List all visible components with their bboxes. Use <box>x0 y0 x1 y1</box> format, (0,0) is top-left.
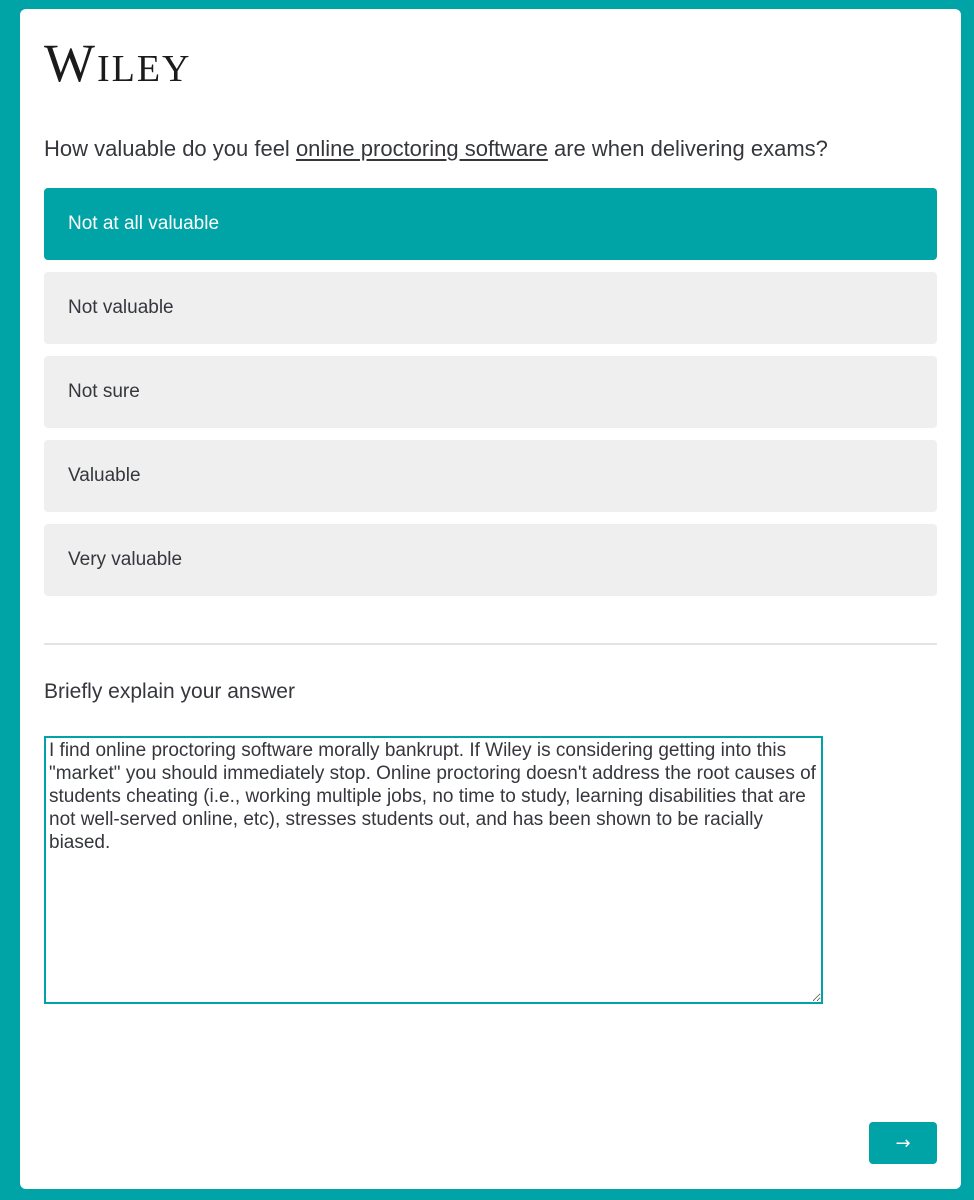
arrow-right-icon: → <box>895 1132 911 1154</box>
answer-options: Not at all valuable Not valuable Not sur… <box>44 188 937 608</box>
option-not-valuable[interactable]: Not valuable <box>44 272 937 344</box>
question-link[interactable]: online proctoring software <box>296 136 548 161</box>
section-divider <box>44 643 937 645</box>
option-not-sure[interactable]: Not sure <box>44 356 937 428</box>
question-prefix: How valuable do you feel <box>44 136 296 161</box>
question-text: How valuable do you feel online proctori… <box>44 135 937 163</box>
explain-label: Briefly explain your answer <box>44 680 295 703</box>
option-very-valuable[interactable]: Very valuable <box>44 524 937 596</box>
next-button[interactable]: → <box>869 1122 937 1164</box>
survey-card: Wiley How valuable do you feel online pr… <box>20 9 961 1189</box>
explanation-textarea[interactable]: I find online proctoring software morall… <box>44 736 823 1004</box>
wiley-logo: Wiley <box>44 33 192 93</box>
option-not-at-all-valuable[interactable]: Not at all valuable <box>44 188 937 260</box>
question-suffix: are when delivering exams? <box>547 136 828 161</box>
option-valuable[interactable]: Valuable <box>44 440 937 512</box>
